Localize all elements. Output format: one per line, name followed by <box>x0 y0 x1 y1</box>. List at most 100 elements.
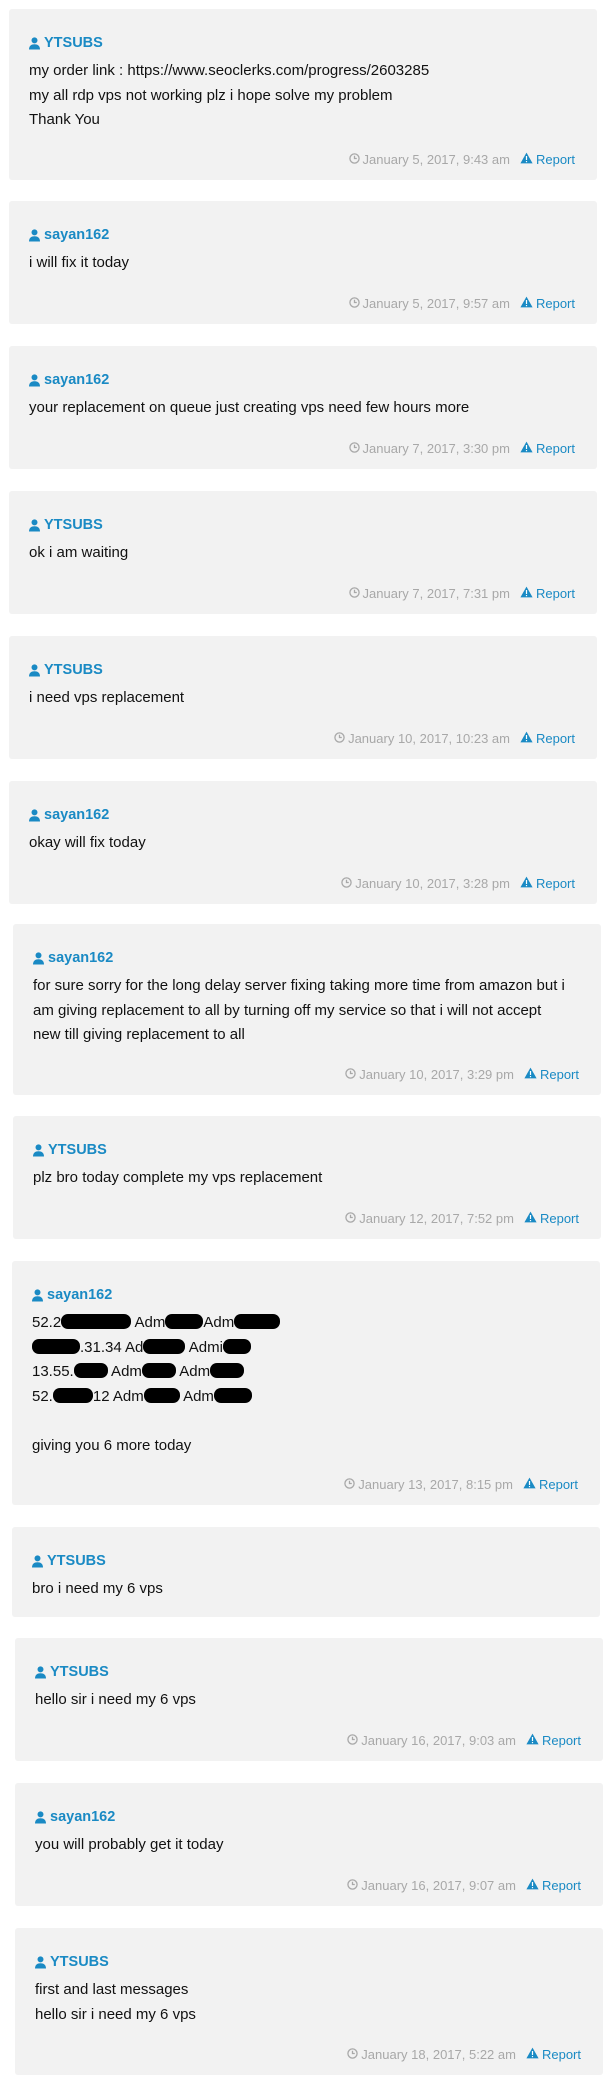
report-label[interactable]: Report <box>539 1477 578 1493</box>
report-label[interactable]: Report <box>536 876 575 892</box>
message-card: sayan162 52.2 Adm Adm .31.34 Ad Admi 13.5… <box>12 1261 600 1505</box>
report-link[interactable]: Report <box>524 1211 579 1227</box>
text-segment: Adm <box>203 1314 235 1331</box>
report-link[interactable]: Report <box>526 2047 581 2063</box>
report-link[interactable]: Report <box>520 441 575 457</box>
text-segment: Admi <box>185 1338 223 1356</box>
author-name[interactable]: sayan162 <box>44 225 109 245</box>
text-segment: Adm <box>179 1387 214 1405</box>
author-name[interactable]: sayan162 <box>50 1807 115 1827</box>
clock-icon <box>341 876 353 892</box>
message-author[interactable]: sayan162 <box>29 225 577 245</box>
user-icon <box>29 808 40 822</box>
redaction-mark <box>222 1338 251 1354</box>
author-name[interactable]: sayan162 <box>44 805 109 825</box>
message-line: i need vps replacement <box>29 689 185 706</box>
report-label[interactable]: Report <box>540 1067 579 1083</box>
author-name[interactable]: sayan162 <box>48 948 113 968</box>
message-author[interactable]: sayan162 <box>35 1807 583 1827</box>
timestamp: January 5, 2017, 9:43 am <box>348 152 510 168</box>
message-body: your replacement on queue just creating … <box>29 396 577 421</box>
author-name[interactable]: YTSUBS <box>47 1551 106 1571</box>
message-card: YTSUBS my order link : https://www.seocl… <box>9 9 597 180</box>
report-label[interactable]: Report <box>536 296 575 312</box>
message-author[interactable]: YTSUBS <box>33 1140 581 1160</box>
message-line: hello sir i need my 6 vps <box>35 2005 196 2023</box>
message-author[interactable]: YTSUBS <box>35 1952 583 1972</box>
message-author[interactable]: YTSUBS <box>32 1551 580 1571</box>
user-icon <box>35 1810 46 1824</box>
timestamp-text: January 13, 2017, 8:15 pm <box>358 1477 513 1492</box>
report-label[interactable]: Report <box>542 1878 581 1894</box>
message-author[interactable]: YTSUBS <box>29 515 577 535</box>
report-link[interactable]: Report <box>520 296 575 312</box>
message-line: your replacement on queue just creating … <box>29 399 470 416</box>
message-meta: January 16, 2017, 9:03 am Report <box>347 1733 581 1749</box>
redaction-mark <box>143 1338 186 1354</box>
message-card: sayan162 your replacement on queue just … <box>9 346 597 469</box>
warning-icon <box>524 1067 537 1083</box>
message-author[interactable]: YTSUBS <box>35 1662 583 1682</box>
report-label[interactable]: Report <box>542 2047 581 2063</box>
timestamp-text: January 5, 2017, 9:43 am <box>362 152 510 167</box>
author-name[interactable]: YTSUBS <box>50 1662 109 1682</box>
report-link[interactable]: Report <box>526 1733 581 1749</box>
user-icon <box>29 518 40 532</box>
report-link[interactable]: Report <box>523 1477 578 1493</box>
timestamp-text: January 18, 2017, 5:22 am <box>361 2047 516 2062</box>
message-author[interactable]: YTSUBS <box>29 660 577 680</box>
report-link[interactable]: Report <box>520 731 575 747</box>
user-icon <box>33 1143 44 1157</box>
timestamp-text: January 5, 2017, 9:57 am <box>362 296 510 311</box>
timestamp-text: January 7, 2017, 7:31 pm <box>362 586 510 601</box>
clock-icon <box>344 1477 356 1493</box>
message-author[interactable]: sayan162 <box>29 805 577 825</box>
user-icon <box>29 36 40 50</box>
author-name[interactable]: YTSUBS <box>44 515 103 535</box>
message-card: sayan162 you will probably get it today … <box>15 1783 603 1906</box>
timestamp-text: January 10, 2017, 3:29 pm <box>359 1067 514 1082</box>
user-icon <box>33 951 44 965</box>
report-label[interactable]: Report <box>536 731 575 747</box>
report-label[interactable]: Report <box>540 1211 579 1227</box>
message-card: YTSUBS ok i am waiting January 7, 2017, … <box>9 491 597 614</box>
redaction-mark <box>143 1387 180 1403</box>
redaction-mark <box>213 1387 252 1403</box>
report-label[interactable]: Report <box>536 586 575 602</box>
author-name[interactable]: YTSUBS <box>50 1952 109 1972</box>
message-author[interactable]: sayan162 <box>29 370 577 390</box>
author-name[interactable]: YTSUBS <box>44 33 103 53</box>
clock-icon <box>347 1878 359 1894</box>
message-line: my order link : https://www.seoclerks.co… <box>29 62 430 79</box>
warning-icon <box>526 1733 539 1749</box>
report-link[interactable]: Report <box>524 1067 579 1083</box>
message-body: 52.2 Adm Adm .31.34 Ad Admi 13.55. Adm Ad… <box>32 1311 580 1458</box>
message-author[interactable]: sayan162 <box>33 948 581 968</box>
timestamp: January 7, 2017, 3:30 pm <box>348 441 510 457</box>
message-line: hello sir i need my 6 vps <box>35 1691 196 1708</box>
message-author[interactable]: sayan162 <box>32 1285 580 1305</box>
author-name[interactable]: sayan162 <box>44 370 109 390</box>
message-card: YTSUBS hello sir i need my 6 vps January… <box>15 1638 603 1761</box>
report-link[interactable]: Report <box>520 152 575 168</box>
timestamp-text: January 10, 2017, 10:23 am <box>348 731 510 746</box>
report-label[interactable]: Report <box>536 152 575 168</box>
author-name[interactable]: YTSUBS <box>44 660 103 680</box>
message-meta: January 12, 2017, 7:52 pm Report <box>345 1211 579 1227</box>
redaction-mark <box>210 1363 245 1378</box>
message-card: YTSUBS first and last messages hello sir… <box>15 1928 603 2075</box>
timestamp: January 10, 2017, 10:23 am <box>334 731 510 747</box>
report-label[interactable]: Report <box>536 441 575 457</box>
message-card: YTSUBS i need vps replacement January 10… <box>9 636 597 759</box>
report-label[interactable]: Report <box>542 1733 581 1749</box>
report-link[interactable]: Report <box>520 876 575 892</box>
text-segment: Adm <box>131 1314 166 1331</box>
report-link[interactable]: Report <box>520 586 575 602</box>
author-name[interactable]: YTSUBS <box>48 1140 107 1160</box>
text-segment: Adm <box>175 1363 211 1380</box>
redaction-mark <box>73 1363 108 1378</box>
author-name[interactable]: sayan162 <box>47 1285 112 1305</box>
report-link[interactable]: Report <box>526 1878 581 1894</box>
text-segment: 12 Adm <box>92 1387 144 1405</box>
message-author[interactable]: YTSUBS <box>29 33 577 53</box>
